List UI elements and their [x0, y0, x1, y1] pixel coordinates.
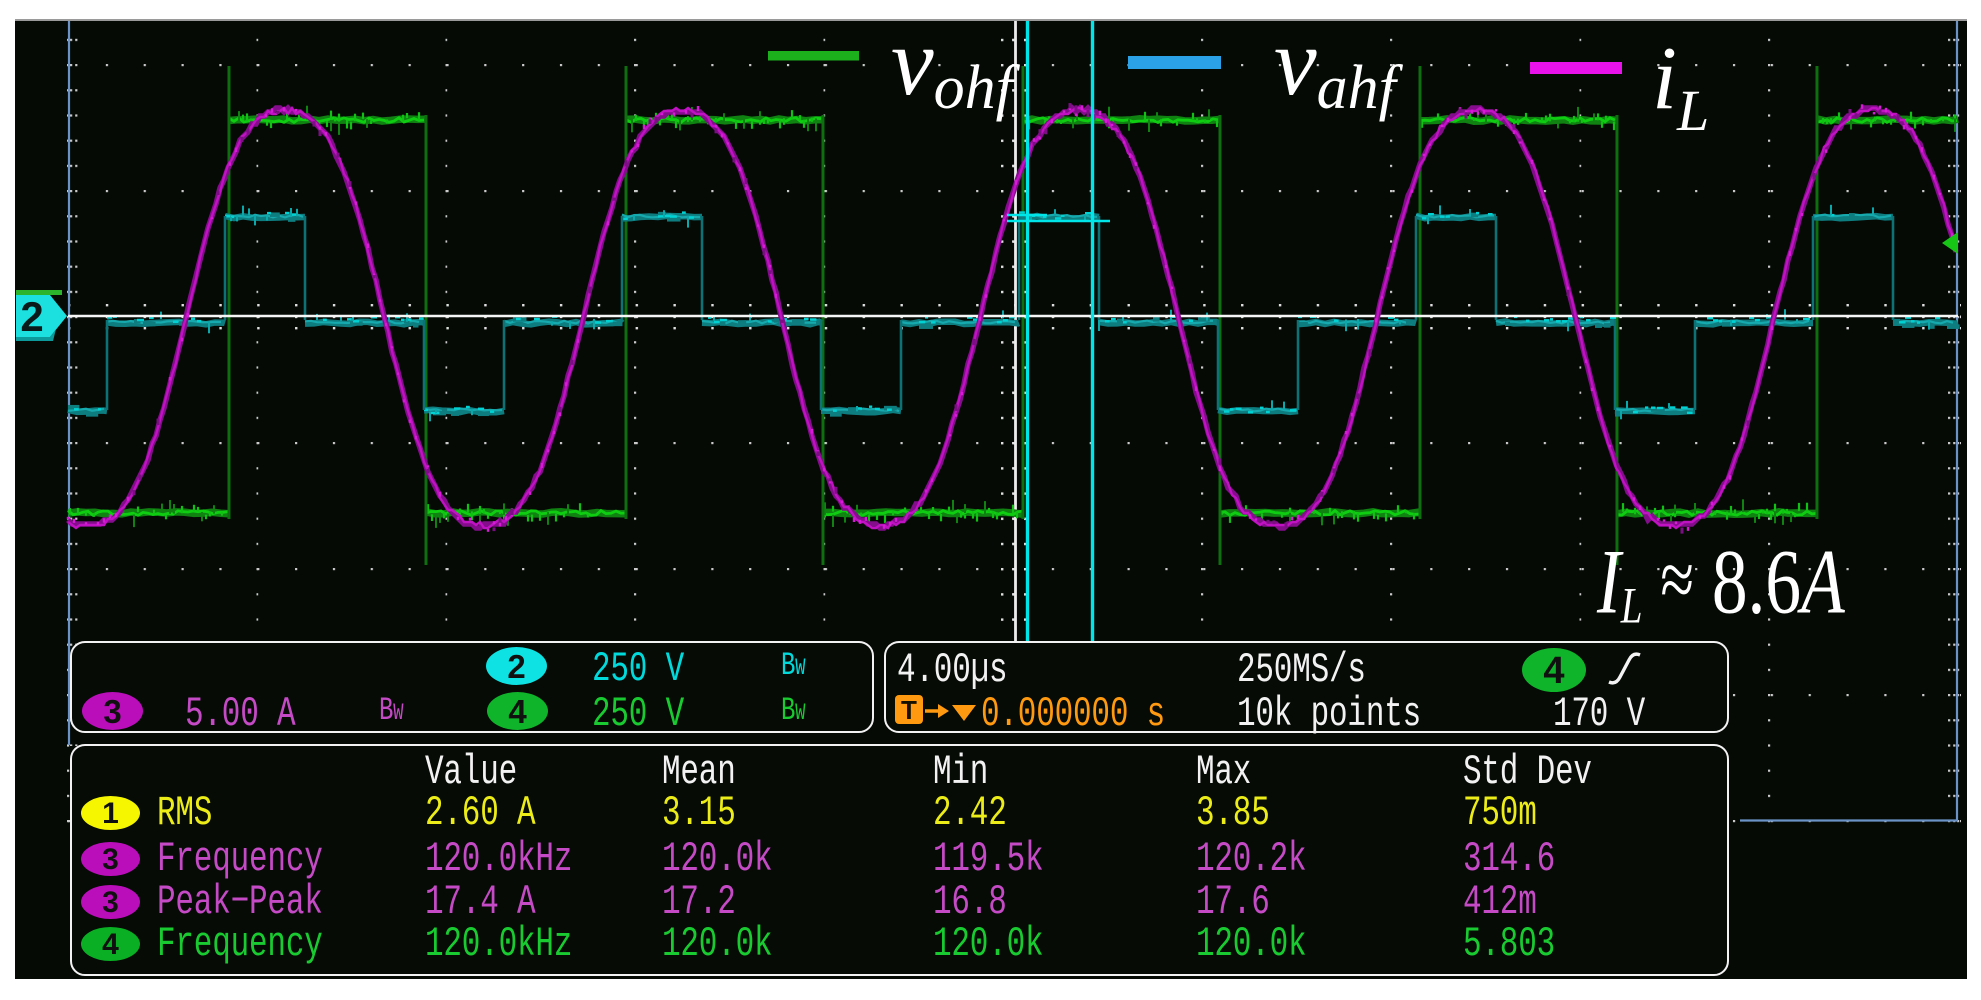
- svg-text:2: 2: [20, 293, 43, 340]
